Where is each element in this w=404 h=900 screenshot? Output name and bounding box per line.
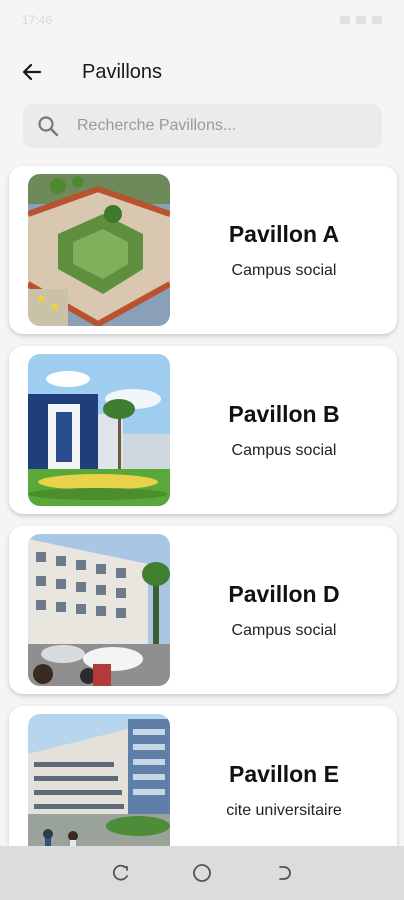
pavillon-name: Pavillon A [228, 220, 340, 247]
wifi-icon [356, 16, 366, 24]
pavillon-card-a[interactable]: Pavillon A Campus social [9, 166, 397, 334]
recents-icon [112, 864, 128, 881]
arrow-left-icon [22, 63, 42, 81]
pavillon-name: Pavillon D [228, 580, 340, 607]
pavillon-location: Campus social [231, 261, 337, 279]
pavillon-name: Pavillon E [229, 760, 339, 787]
app-bar: Pavillons [0, 48, 404, 96]
status-bar: 17:46 [0, 0, 404, 40]
search-icon [38, 116, 59, 137]
pavillon-location: Campus social [231, 621, 337, 639]
pavillon-d-text: Pavillon D Campus social [171, 526, 397, 694]
pavillon-list: Pavillon A Campus social Pavillon B Camp… [9, 166, 397, 886]
status-time: 17:46 [22, 13, 53, 27]
system-nav-bar [0, 846, 404, 900]
pavillon-d-image [28, 534, 170, 686]
pavillon-location: cite universitaire [226, 801, 342, 819]
pavillon-a-image [28, 174, 170, 326]
pavillon-card-d[interactable]: Pavillon D Campus social [9, 526, 397, 694]
back-button[interactable] [20, 60, 44, 84]
pavillon-name: Pavillon B [228, 400, 340, 427]
system-back-button[interactable] [272, 862, 294, 884]
home-circle-icon [193, 864, 211, 882]
pavillon-card-b[interactable]: Pavillon B Campus social [9, 346, 397, 514]
pavillon-location: Campus social [231, 441, 337, 459]
pavillon-e-image [28, 714, 170, 866]
pavillon-b-image [28, 354, 170, 506]
pavillon-a-text: Pavillon A Campus social [171, 166, 397, 334]
search-input[interactable] [77, 117, 347, 135]
signal-icon [340, 16, 350, 24]
home-button[interactable] [191, 862, 213, 884]
back-nav-icon [279, 866, 292, 880]
pavillon-b-text: Pavillon B Campus social [171, 346, 397, 514]
page-title: Pavillons [82, 61, 163, 83]
recents-button[interactable] [110, 862, 132, 884]
battery-icon [372, 16, 382, 24]
search-bar[interactable] [23, 104, 382, 148]
status-icons [340, 16, 382, 24]
